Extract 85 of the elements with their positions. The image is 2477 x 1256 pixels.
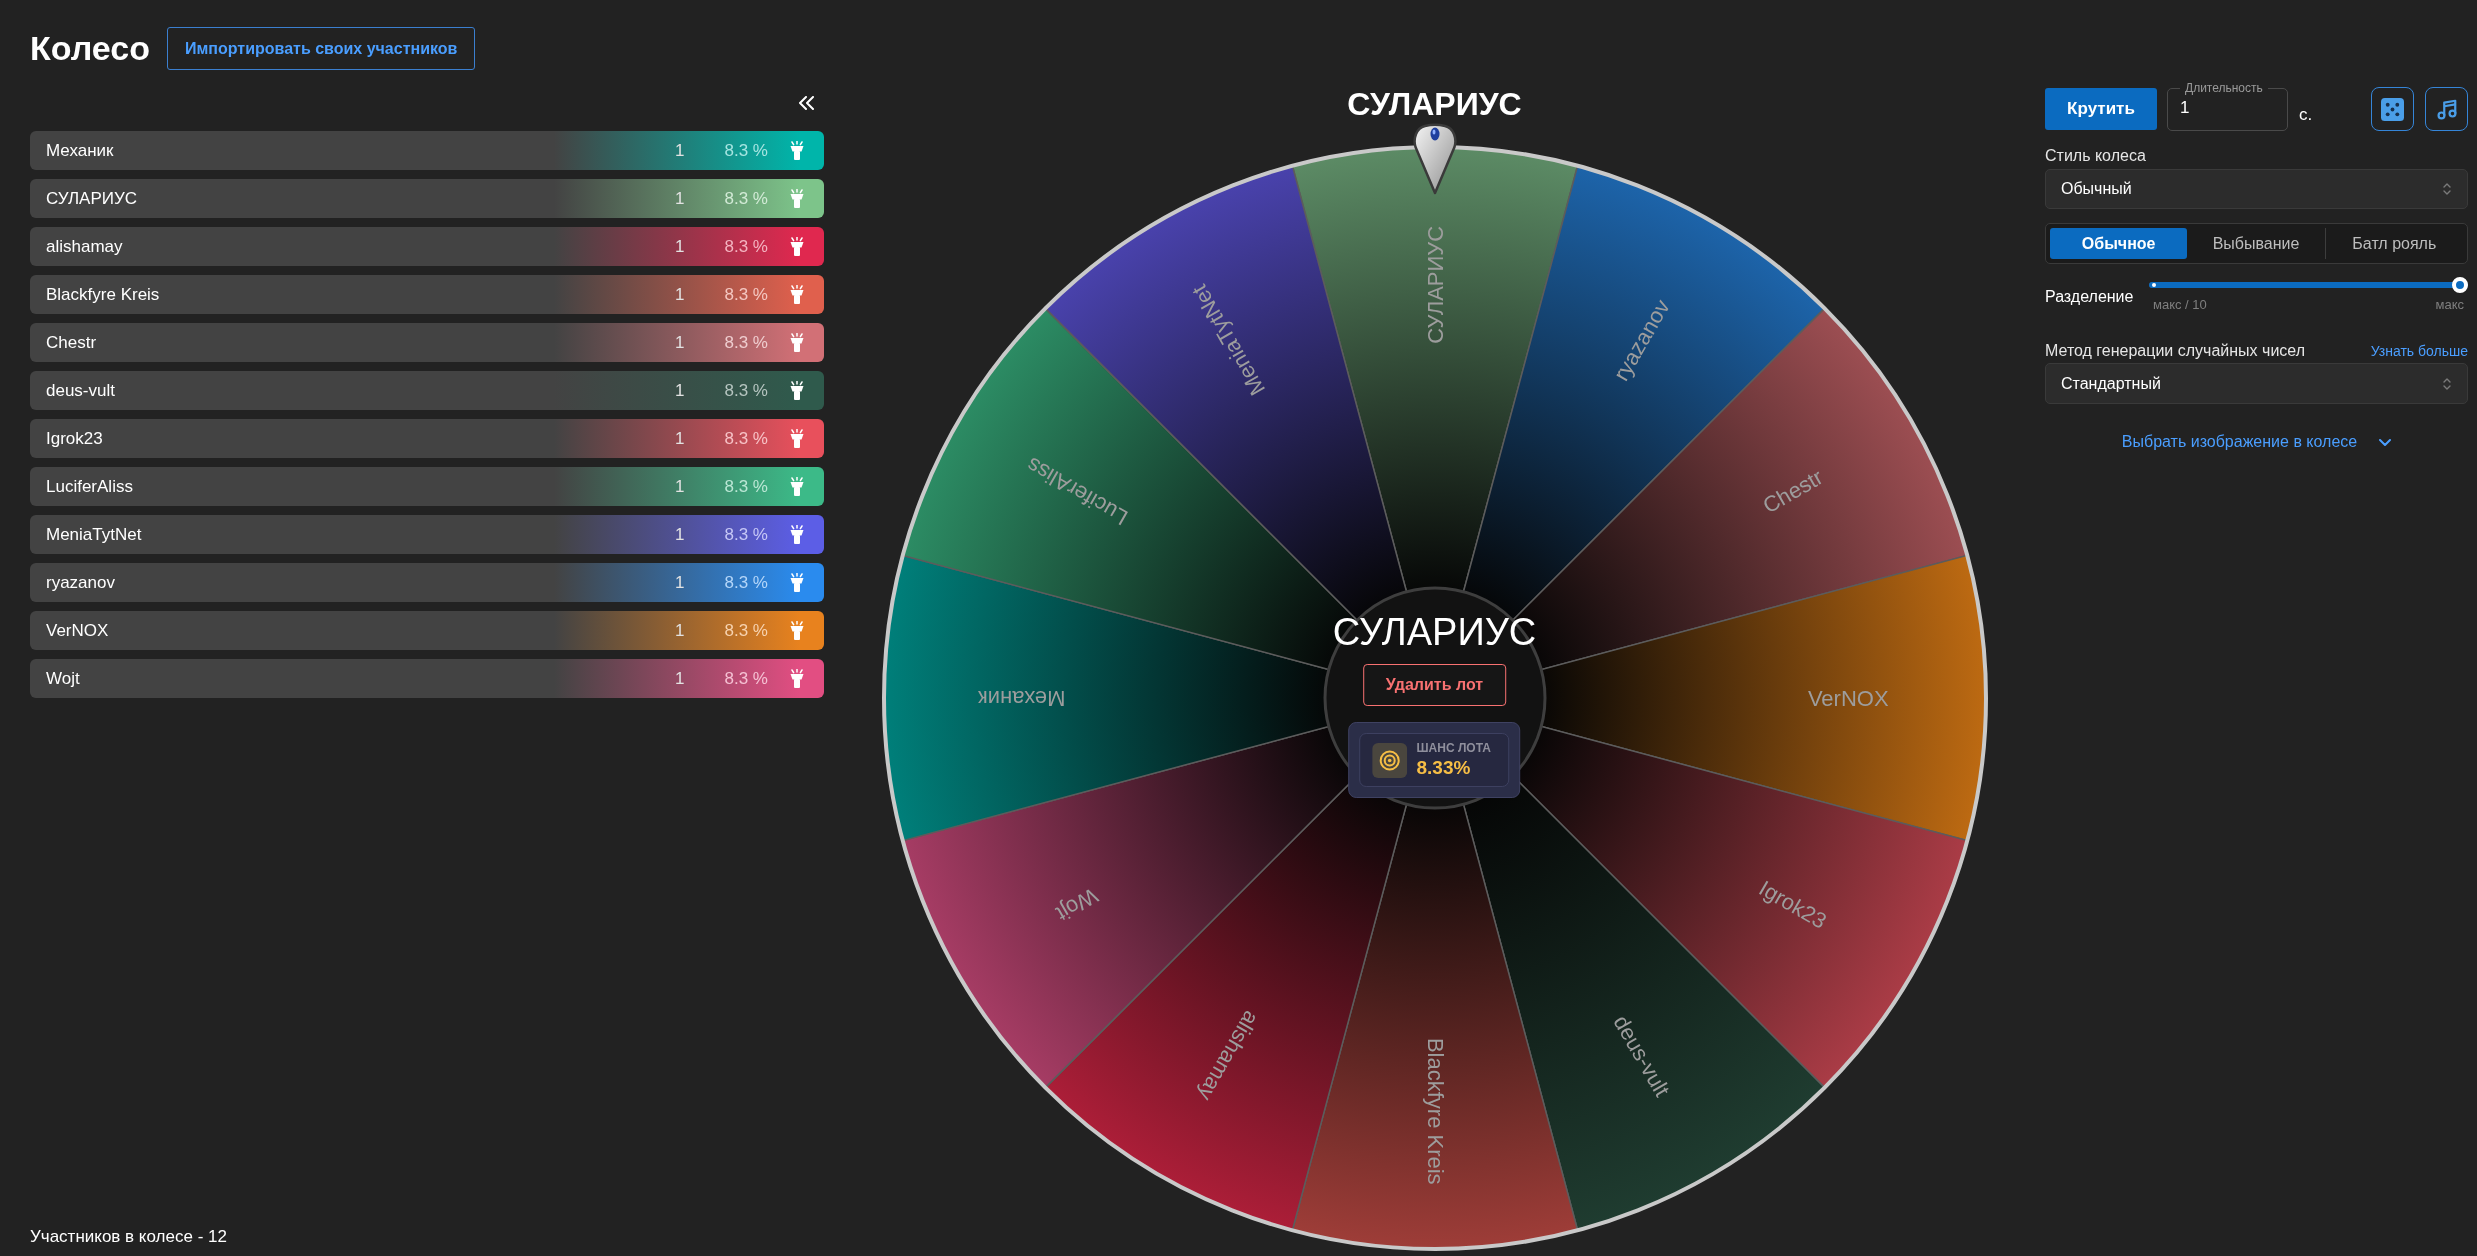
participant-chance: 8.3 % <box>724 331 768 354</box>
flashlight-icon[interactable] <box>789 237 805 256</box>
participant-chance: 8.3 % <box>724 523 768 546</box>
participant-chance: 8.3 % <box>724 667 768 690</box>
winner-title: СУЛАРИУС <box>1347 86 1522 122</box>
participant-chance: 8.3 % <box>724 139 768 162</box>
rng-select[interactable]: Стандартный <box>2045 363 2468 404</box>
duration-field[interactable]: Длительность 1 <box>2167 80 2288 131</box>
field-label: Метод генерации случайных чисел <box>2045 341 2305 361</box>
participant-chance: 8.3 % <box>724 187 768 210</box>
participant-name: СУЛАРИУС <box>46 187 139 210</box>
participant-count: 1 <box>675 331 685 354</box>
participant-count: 1 <box>675 475 685 498</box>
segment-label: VerNOX <box>1807 685 1889 711</box>
slider-min-label: макс / 10 <box>2153 297 2207 313</box>
participant-count: 1 <box>675 523 685 546</box>
participant-name: Wojt <box>46 667 81 690</box>
field-label: Длительность <box>2184 80 2264 96</box>
participant-name: VerNOX <box>46 619 110 642</box>
participant-chance: 8.3 % <box>724 283 768 306</box>
import-button[interactable]: Импортировать своих участников <box>166 27 476 70</box>
participants-count: Участников в колесе - 12 <box>30 1226 227 1246</box>
flashlight-icon[interactable] <box>789 525 805 544</box>
image-picker-link[interactable]: Выбрать изображение в колесе <box>2121 432 2392 452</box>
flashlight-icon[interactable] <box>789 381 805 400</box>
target-icon <box>1372 742 1408 778</box>
segment-label: Механик <box>977 685 1065 711</box>
participant-count: 1 <box>675 139 685 162</box>
segment-label: СУЛАРИУС <box>1422 225 1447 344</box>
flashlight-icon[interactable] <box>789 333 805 352</box>
participant-name: LuciferAliss <box>46 475 134 498</box>
mode-tab[interactable]: Батл рояль <box>2324 228 2463 259</box>
music-note-icon <box>2435 98 2458 120</box>
participant-name: Blackfyre Kreis <box>46 283 161 306</box>
dice-icon <box>2381 97 2404 121</box>
flashlight-icon[interactable] <box>789 669 805 688</box>
participant-chance: 8.3 % <box>724 235 768 258</box>
participant-chance: 8.3 % <box>724 427 768 450</box>
sound-button[interactable] <box>2425 87 2468 131</box>
segment-label: Blackfyre Kreis <box>1422 1037 1447 1185</box>
slider-track[interactable] <box>2149 277 2468 293</box>
delete-lot-button[interactable]: Удалить лот <box>1362 664 1507 706</box>
participant-count: 1 <box>675 571 685 594</box>
segment-label: Wojt <box>1051 882 1102 927</box>
participant-count: 1 <box>675 187 685 210</box>
participant-name: alishamay <box>46 235 124 258</box>
flashlight-icon[interactable] <box>789 573 805 592</box>
collapse-icon[interactable] <box>798 96 815 110</box>
participant-name: deus-vult <box>46 379 116 402</box>
participant-name: ryazanov <box>46 571 116 594</box>
chevron-down-icon <box>2379 438 2392 446</box>
chance-value: 8.33% <box>1416 756 1472 779</box>
participant-count: 1 <box>675 235 685 258</box>
participant-chance: 8.3 % <box>724 475 768 498</box>
learn-more-link[interactable]: Узнать больше <box>2370 341 2468 361</box>
participant-count: 1 <box>675 379 685 402</box>
slider-max-label: макс <box>2435 297 2464 313</box>
flashlight-icon[interactable] <box>789 429 805 448</box>
participant-name: MeniaTytNet <box>46 523 143 546</box>
flashlight-icon[interactable] <box>789 285 805 304</box>
style-select[interactable]: Обычный <box>2045 169 2468 209</box>
chevron-up-down-icon <box>2442 181 2452 197</box>
participant-chance: 8.3 % <box>724 571 768 594</box>
random-button[interactable] <box>2371 87 2414 131</box>
field-label: Разделение <box>2045 287 2135 307</box>
slider-thumb[interactable] <box>2452 277 2468 293</box>
participant-name: Igrok23 <box>46 427 104 450</box>
participant-chance: 8.3 % <box>724 379 768 402</box>
mode-tab[interactable]: Обычное <box>2050 228 2188 259</box>
lot-title: СУЛАРИУС <box>1332 610 1537 654</box>
participant-chance: 8.3 % <box>724 619 768 642</box>
mode-tab[interactable]: Выбывание <box>2187 228 2325 259</box>
page-title: Колесо <box>30 28 150 69</box>
participant-count: 1 <box>675 667 685 690</box>
unit-label: с. <box>2299 103 2313 126</box>
chance-label: ШАНС ЛОТА <box>1416 741 1491 756</box>
duration-input[interactable]: 1 <box>2177 97 2278 119</box>
spin-button[interactable]: Крутить <box>2045 88 2157 130</box>
pointer-icon <box>1411 123 1458 195</box>
participant-count: 1 <box>675 427 685 450</box>
participant-name: Chestr <box>46 331 98 354</box>
field-label: Стиль колеса <box>2045 146 2147 166</box>
participant-count: 1 <box>675 619 685 642</box>
participant-name: Механик <box>46 139 115 162</box>
participant-count: 1 <box>675 283 685 306</box>
